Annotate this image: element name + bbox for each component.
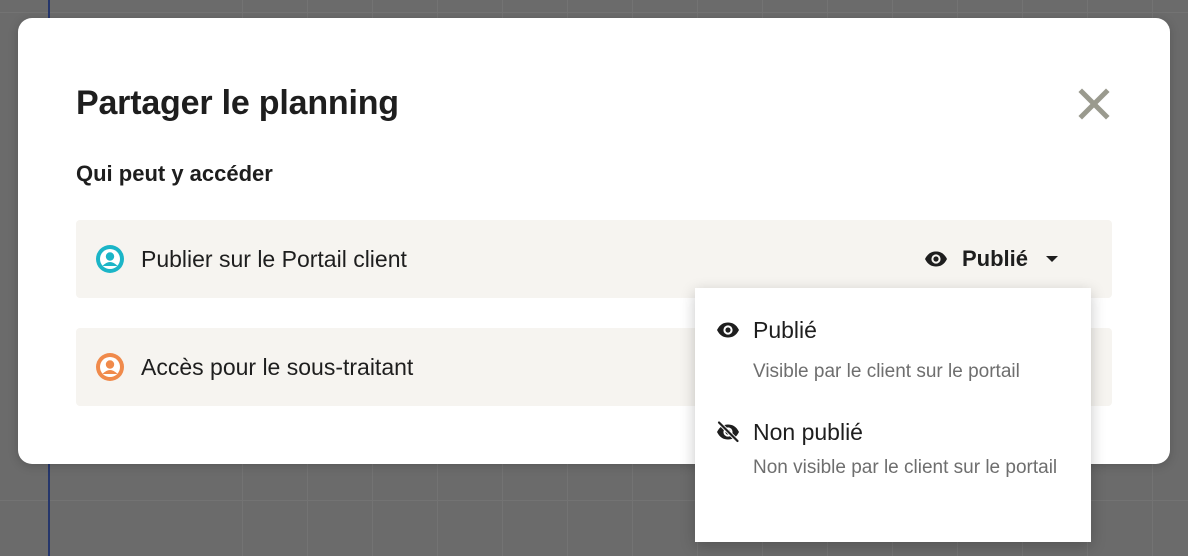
chevron-down-icon [1046, 256, 1059, 262]
option-title: Non publié [753, 419, 863, 445]
modal-title: Partager le planning [76, 84, 399, 122]
close-icon [1078, 88, 1110, 120]
publish-status-menu: Publié Visible par le client sur le port… [695, 288, 1091, 542]
eye-off-icon [717, 421, 739, 443]
publish-status-dropdown[interactable]: Publié [924, 242, 1060, 276]
publish-status-value: Publié [962, 246, 1029, 271]
user-icon [96, 245, 124, 273]
row-label: Publier sur le Portail client [141, 246, 407, 272]
user-icon [96, 353, 124, 381]
option-description: Visible par le client sur le portail [753, 361, 1020, 382]
close-button[interactable] [1074, 84, 1114, 124]
option-description: Non visible par le client sur le portail [753, 457, 1058, 478]
row-label: Accès pour le sous-traitant [141, 354, 414, 380]
menu-option-unpublished[interactable]: Non publié Non visible par le client sur… [695, 416, 1091, 516]
option-title: Publié [753, 317, 817, 343]
grid-line [0, 12, 1188, 13]
section-label: Qui peut y accéder [76, 161, 273, 186]
eye-icon [717, 322, 739, 338]
eye-icon [925, 251, 947, 267]
access-row-client-portal: Publier sur le Portail client Publié [76, 220, 1112, 298]
menu-option-published[interactable]: Publié Visible par le client sur le port… [695, 314, 1091, 394]
